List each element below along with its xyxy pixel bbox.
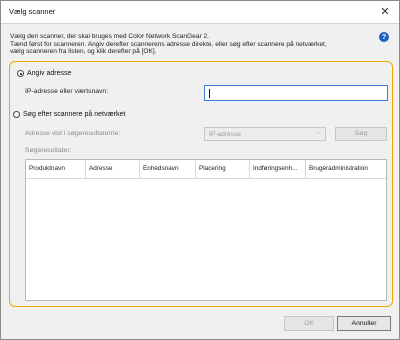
instructions-line-3: vælg scanneren fra listen, og klik deref… — [10, 48, 157, 55]
search-network-label: Søg efter scannere på netværket — [23, 111, 126, 118]
instructions: Vælg den scanner, der skal bruges med Co… — [10, 33, 370, 56]
search-results-table[interactable]: Produktnavn Adresse Enhedsnavn Placering… — [25, 159, 387, 301]
table-header: Produktnavn Adresse Enhedsnavn Placering… — [26, 160, 386, 179]
column-header[interactable]: Indføringsenh... — [250, 160, 306, 178]
help-icon[interactable]: ? — [379, 32, 389, 42]
column-header[interactable]: Placering — [196, 160, 250, 178]
radio-unselected-icon — [13, 111, 20, 118]
address-display-label: Adresse vist i søgeresultaterne: — [25, 130, 121, 137]
instructions-line-1: Vælg den scanner, der skal bruges med Co… — [10, 33, 210, 40]
scanner-dialog: Vælg scanner ✕ Vælg den scanner, der ska… — [0, 0, 400, 340]
text-caret — [209, 89, 210, 98]
ok-button[interactable]: OK — [284, 316, 334, 331]
search-network-radio[interactable]: Søg efter scannere på netværket — [13, 111, 125, 118]
address-type-value: IP-adresse — [209, 131, 241, 138]
column-header[interactable]: Produktnavn — [26, 160, 86, 178]
radio-selected-icon — [17, 70, 24, 77]
column-header[interactable]: Adresse — [86, 160, 140, 178]
chevron-down-icon: ⌵ — [316, 130, 321, 136]
instructions-line-2: Tænd først for scanneren. Angiv derefter… — [10, 40, 327, 48]
address-type-select[interactable]: IP-adresse ⌵ — [204, 127, 326, 141]
specify-address-radio[interactable]: Angiv adresse — [17, 70, 71, 77]
specify-address-label: Angiv adresse — [27, 70, 72, 77]
ip-address-label: IP-adresse eller værtsnavn: — [25, 88, 109, 95]
search-results-label: Søgeresultater: — [25, 147, 72, 154]
column-header[interactable]: Brugeradministration — [306, 160, 386, 178]
cancel-button[interactable]: Annuller — [337, 316, 391, 331]
title-bar: Vælg scanner ✕ — [1, 1, 399, 24]
column-header[interactable]: Enhedsnavn — [140, 160, 196, 178]
close-icon[interactable]: ✕ — [377, 4, 393, 20]
search-button[interactable]: Søg — [335, 127, 387, 141]
ip-address-input[interactable] — [204, 85, 388, 101]
window-title: Vælg scanner — [9, 7, 56, 16]
